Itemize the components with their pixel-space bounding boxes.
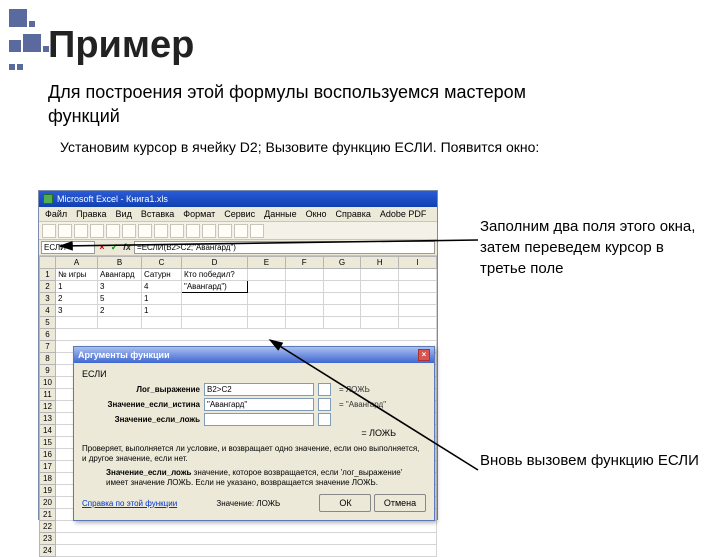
dialog-title: Аргументы функции xyxy=(78,350,170,360)
toolbar-button[interactable] xyxy=(138,224,152,238)
table-row: 4 3 2 1 xyxy=(40,305,437,317)
active-cell-d2[interactable]: "Авангард") xyxy=(182,281,248,293)
slide-deco xyxy=(8,8,50,76)
toolbar-button[interactable] xyxy=(90,224,104,238)
collapse-icon[interactable] xyxy=(318,383,331,396)
argument-description: Значение_если_ложь значение, которое воз… xyxy=(106,468,426,488)
arg2-label: Значение_если_истина xyxy=(82,400,200,409)
toolbar-button[interactable] xyxy=(202,224,216,238)
fx-cancel-button[interactable]: × xyxy=(97,242,107,252)
arg3-input[interactable] xyxy=(204,413,314,426)
table-row: 3 2 5 1 xyxy=(40,293,437,305)
excel-title: Microsoft Excel - Книга1.xls xyxy=(57,194,168,204)
function-arguments-dialog: Аргументы функции × ЕСЛИ Лог_выражение =… xyxy=(73,346,435,521)
toolbar-button[interactable] xyxy=(58,224,72,238)
collapse-icon[interactable] xyxy=(318,398,331,411)
excel-window: Microsoft Excel - Книга1.xls Файл Правка… xyxy=(38,190,438,520)
excel-menubar[interactable]: Файл Правка Вид Вставка Формат Сервис Да… xyxy=(39,207,437,222)
arg2-input[interactable] xyxy=(204,398,314,411)
excel-icon xyxy=(43,194,53,204)
toolbar-button[interactable] xyxy=(250,224,264,238)
menu-tools[interactable]: Сервис xyxy=(224,209,255,219)
toolbar-button[interactable] xyxy=(154,224,168,238)
dialog-close-button[interactable]: × xyxy=(418,349,430,361)
result-eq: = ЛОЖЬ xyxy=(82,428,396,438)
toolbar-button[interactable] xyxy=(106,224,120,238)
formula-bar[interactable]: =ЕСЛИ(B2>C2;"Авангард") xyxy=(134,241,435,254)
function-description: Проверяет, выполняется ли условие, и воз… xyxy=(82,444,426,464)
table-row: 1 № игры Авангард Сатурн Кто победил? xyxy=(40,269,437,281)
result-label: Значение: ЛОЖЬ xyxy=(216,499,280,508)
arg1-label: Лог_выражение xyxy=(82,385,200,394)
page-title: Пример xyxy=(48,24,194,67)
table-row: 2 1 3 4 "Авангард") xyxy=(40,281,437,293)
arg1-eval: = ЛОЖЬ xyxy=(339,385,370,394)
menu-edit[interactable]: Правка xyxy=(76,209,106,219)
collapse-icon[interactable] xyxy=(318,413,331,426)
toolbar-button[interactable] xyxy=(234,224,248,238)
menu-adobe[interactable]: Adobe PDF xyxy=(380,209,427,219)
fx-enter-button[interactable]: ✓ xyxy=(110,242,120,253)
menu-help[interactable]: Справка xyxy=(336,209,371,219)
step-text: Установим курсор в ячейку D2; Вызовите ф… xyxy=(60,138,540,158)
table-row: 5 xyxy=(40,317,437,329)
arg1-input[interactable] xyxy=(204,383,314,396)
menu-file[interactable]: Файл xyxy=(45,209,67,219)
arg3-label: Значение_если_ложь xyxy=(82,415,200,424)
toolbar-button[interactable] xyxy=(74,224,88,238)
menu-format[interactable]: Формат xyxy=(183,209,215,219)
formula-bar-row: ЕСЛИ × ✓ fx =ЕСЛИ(B2>C2;"Авангард") xyxy=(39,240,437,256)
fx-buttons: × ✓ fx xyxy=(97,242,132,253)
dialog-titlebar[interactable]: Аргументы функции × xyxy=(74,347,434,363)
menu-data[interactable]: Данные xyxy=(264,209,297,219)
toolbar-button[interactable] xyxy=(122,224,136,238)
annotation-1: Заполним два поля этого окна, затем пере… xyxy=(480,216,700,279)
help-link[interactable]: Справка по этой функции xyxy=(82,499,177,508)
function-name: ЕСЛИ xyxy=(82,369,426,379)
toolbar-button[interactable] xyxy=(42,224,56,238)
worksheet-grid[interactable]: A B C D E F G H I 1 № игры Авангард Сату… xyxy=(39,256,437,557)
menu-view[interactable]: Вид xyxy=(116,209,132,219)
toolbar-button[interactable] xyxy=(186,224,200,238)
annotation-2: Вновь вызовем функцию ЕСЛИ xyxy=(480,450,700,471)
excel-titlebar: Microsoft Excel - Книга1.xls xyxy=(39,191,437,207)
menu-insert[interactable]: Вставка xyxy=(141,209,174,219)
subtitle: Для построения этой формулы воспользуемс… xyxy=(48,80,588,129)
fx-button[interactable]: fx xyxy=(122,242,132,252)
arg2-eval: = "Авангард" xyxy=(339,400,386,409)
name-box[interactable]: ЕСЛИ xyxy=(41,241,95,254)
toolbar-button[interactable] xyxy=(218,224,232,238)
excel-toolbar[interactable] xyxy=(39,222,437,240)
ok-button[interactable]: ОК xyxy=(319,494,371,512)
cancel-button[interactable]: Отмена xyxy=(374,494,426,512)
menu-window[interactable]: Окно xyxy=(306,209,327,219)
column-headers: A B C D E F G H I xyxy=(40,257,437,269)
toolbar-button[interactable] xyxy=(170,224,184,238)
